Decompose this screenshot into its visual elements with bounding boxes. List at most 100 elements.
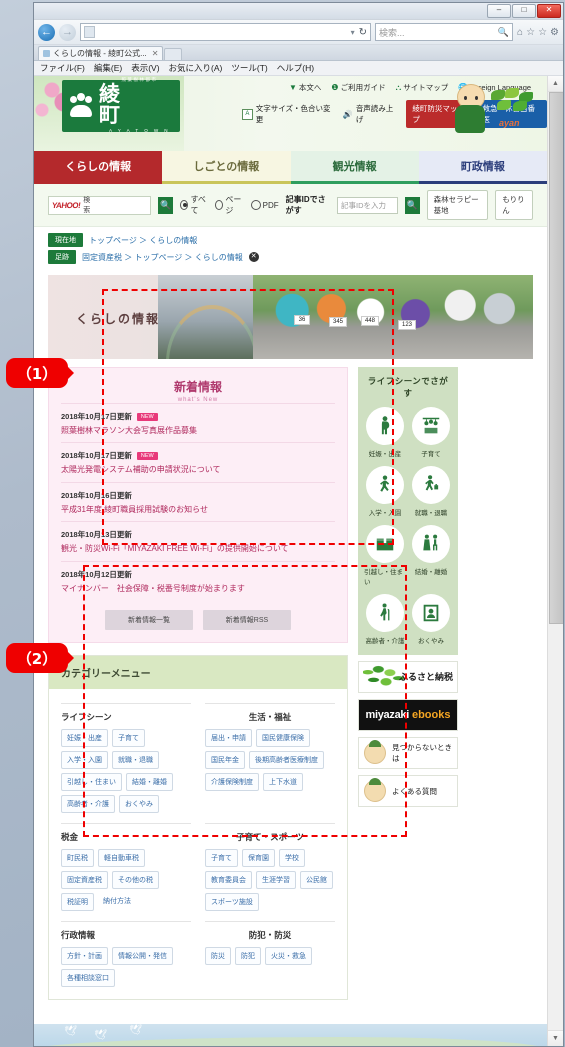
category-chip[interactable]: 高齢者・介護 [61, 794, 115, 813]
banner-faq[interactable]: よくある質問 [358, 775, 458, 807]
news-title[interactable]: 観光・防災Wi-Fi「MIYAZAKI FREE Wi-Fi」の提供開始について [61, 544, 335, 554]
category-chip[interactable]: 火災・救急 [265, 946, 312, 965]
category-chip[interactable]: 上下水道 [263, 772, 303, 791]
lifescene-item-memorial[interactable]: おくやみ [410, 594, 452, 645]
news-title[interactable]: マイナンバー 社会保障・税番号制度が始まります [61, 584, 335, 594]
maximize-button[interactable]: □ [512, 4, 536, 18]
category-chip[interactable]: 固定資産税 [61, 870, 108, 889]
category-chip[interactable]: 公民館 [300, 870, 333, 889]
utility-link-sitemap[interactable]: ⛬ サイトマップ [396, 82, 449, 93]
category-chip[interactable]: スポーツ施設 [205, 892, 259, 911]
news-title[interactable]: 太陽光発電システム補助の申請状況について [61, 465, 335, 475]
nav-tab-chosei[interactable]: 町政情報 [418, 151, 547, 181]
category-chip[interactable]: 軽自動車税 [98, 848, 145, 867]
feeds-icon[interactable]: ☆ [538, 27, 547, 38]
news-title[interactable]: 照葉樹林マラソン大会写真展作品募集 [61, 426, 335, 436]
category-chip[interactable]: 届出・申請 [205, 728, 252, 747]
forest-therapy-button[interactable]: 森林セラピー基地 [426, 190, 489, 220]
news-item[interactable]: 2018年10月12日更新 マイナンバー 社会保障・税番号制度が始まります [61, 560, 335, 600]
category-chip[interactable]: 就職・退職 [112, 750, 159, 769]
category-chip[interactable]: 各種相談窓口 [61, 968, 115, 987]
utility-link-guide[interactable]: ❶ ご利用ガイド [331, 82, 385, 93]
back-button[interactable]: ← [38, 23, 55, 41]
scroll-down-icon[interactable]: ▼ [548, 1030, 563, 1046]
article-id-input[interactable]: 記事IDを入力 [337, 196, 398, 214]
scrollbar-thumb[interactable] [549, 92, 563, 624]
menu-help[interactable]: ヘルプ(H) [277, 62, 314, 74]
minimize-button[interactable]: – [487, 4, 511, 18]
news-item[interactable]: 2018年10月16日更新 平成31年度 綾町職員採用試験のお知らせ [61, 481, 335, 521]
lifescene-item-elderly[interactable]: 高齢者・介護 [364, 594, 406, 645]
site-logo[interactable]: 照葉樹林都市 綾 町 A Y A T O W N [62, 77, 180, 133]
address-bar[interactable]: ▾ ↻ [80, 23, 372, 41]
category-chip[interactable]: 町民税 [61, 848, 94, 867]
breadcrumb-history-path[interactable]: 固定資産税 ＞ トップページ ＞ くらしの情報 [82, 252, 243, 263]
banner-furusato-nozei[interactable]: ふるさと納税 [358, 661, 458, 693]
category-chip[interactable]: 学校 [279, 848, 305, 867]
radio-page[interactable]: ページ [215, 194, 243, 216]
moririn-button[interactable]: もりりん [495, 190, 533, 220]
category-chip[interactable]: 結婚・離婚 [126, 772, 173, 791]
close-button[interactable]: ✕ [537, 4, 561, 18]
category-chip[interactable]: 国民年金 [205, 750, 245, 769]
category-chip[interactable]: 教育委員会 [205, 870, 252, 889]
category-chip[interactable]: 防災 [205, 946, 231, 965]
category-chip[interactable]: おくやみ [119, 794, 159, 813]
category-chip[interactable]: 情報公開・発信 [112, 946, 173, 965]
utility-link-skip[interactable]: ▼ 本文へ [289, 82, 321, 93]
category-chip[interactable]: 妊娠・出産 [61, 728, 108, 747]
lifescene-item-childcare[interactable]: 子育て [410, 407, 452, 458]
category-chip[interactable]: 子育て [205, 848, 238, 867]
new-tab-button[interactable] [164, 48, 183, 60]
nav-tab-kanko[interactable]: 観光情報 [290, 151, 419, 181]
radio-all[interactable]: すべて [180, 194, 208, 216]
favorites-icon[interactable]: ☆ [526, 27, 535, 38]
news-title[interactable]: 平成31年度 綾町職員採用試験のお知らせ [61, 505, 335, 515]
home-icon[interactable]: ⌂ [517, 27, 523, 38]
site-search-submit[interactable]: 🔍 [158, 196, 174, 214]
category-chip[interactable]: 子育て [112, 728, 145, 747]
nav-tab-shigoto[interactable]: しごとの情報 [162, 151, 291, 181]
text-size-button[interactable]: A 文字サイズ・色合い変更 [242, 103, 336, 125]
category-chip[interactable]: 国民健康保険 [256, 728, 310, 747]
category-chip[interactable]: 保育園 [242, 848, 275, 867]
news-list-button[interactable]: 新着情報一覧 [105, 609, 193, 630]
category-chip[interactable]: 介護保険制度 [205, 772, 259, 791]
menu-file[interactable]: ファイル(F) [40, 62, 85, 74]
nav-tab-kurashi[interactable]: くらしの情報 [34, 151, 163, 181]
lifescene-item-school[interactable]: 入学・入園 [364, 466, 406, 517]
category-chip[interactable]: 方針・計画 [61, 946, 108, 965]
lifescene-item-moving[interactable]: 引越し・住まい [364, 525, 406, 586]
radio-pdf[interactable]: PDF [250, 200, 279, 210]
news-item[interactable]: 2018年10月17日更新 NEW 照葉樹林マラソン大会写真展作品募集 [61, 403, 335, 442]
lifescene-item-pregnancy[interactable]: 妊娠・出産 [364, 407, 406, 458]
news-item[interactable]: 2018年10月17日更新 NEW 太陽光発電システム補助の申請状況について [61, 442, 335, 481]
menu-view[interactable]: 表示(V) [131, 62, 159, 74]
banner-not-found[interactable]: 見つからないときは [358, 737, 458, 769]
category-chip[interactable]: 防犯 [235, 946, 261, 965]
news-item[interactable]: 2018年10月13日更新 観光・防災Wi-Fi「MIYAZAKI FREE W… [61, 521, 335, 560]
category-chip[interactable]: 入学・入園 [61, 750, 108, 769]
tools-icon[interactable]: ⚙ [550, 27, 559, 38]
category-chip[interactable]: 生涯学習 [256, 870, 296, 889]
banner-miyazaki-ebooks[interactable]: miyazaki ebooks [358, 699, 458, 731]
refresh-icon[interactable]: ↻ [359, 27, 367, 38]
yahoo-search-field[interactable]: YAHOO! 検索 [48, 195, 152, 215]
read-aloud-button[interactable]: 🔊 音声読み上げ [343, 103, 400, 125]
browser-tab[interactable]: くらしの情報 - 綾町公式... ✕ [38, 46, 164, 60]
article-id-submit[interactable]: 🔍 [404, 196, 420, 214]
news-rss-button[interactable]: 新着情報RSS [203, 609, 291, 630]
menu-edit[interactable]: 編集(E) [94, 62, 122, 74]
browser-search-box[interactable]: 検索... 🔍 [375, 23, 514, 41]
breadcrumb-current-path[interactable]: トップページ ＞ くらしの情報 [89, 235, 197, 246]
tab-close-icon[interactable]: ✕ [152, 49, 159, 58]
menu-tools[interactable]: ツール(T) [231, 62, 267, 74]
site-search-input[interactable] [94, 196, 151, 214]
forward-button[interactable]: → [59, 23, 76, 41]
chevron-down-icon[interactable]: ▾ [351, 28, 355, 37]
close-icon[interactable]: ✕ [248, 252, 259, 262]
search-icon[interactable]: 🔍 [498, 27, 509, 38]
category-chip[interactable]: その他の税 [112, 870, 159, 889]
lifescene-item-employment[interactable]: 就職・退職 [410, 466, 452, 517]
category-chip[interactable]: 後期高齢者医療制度 [249, 750, 324, 769]
